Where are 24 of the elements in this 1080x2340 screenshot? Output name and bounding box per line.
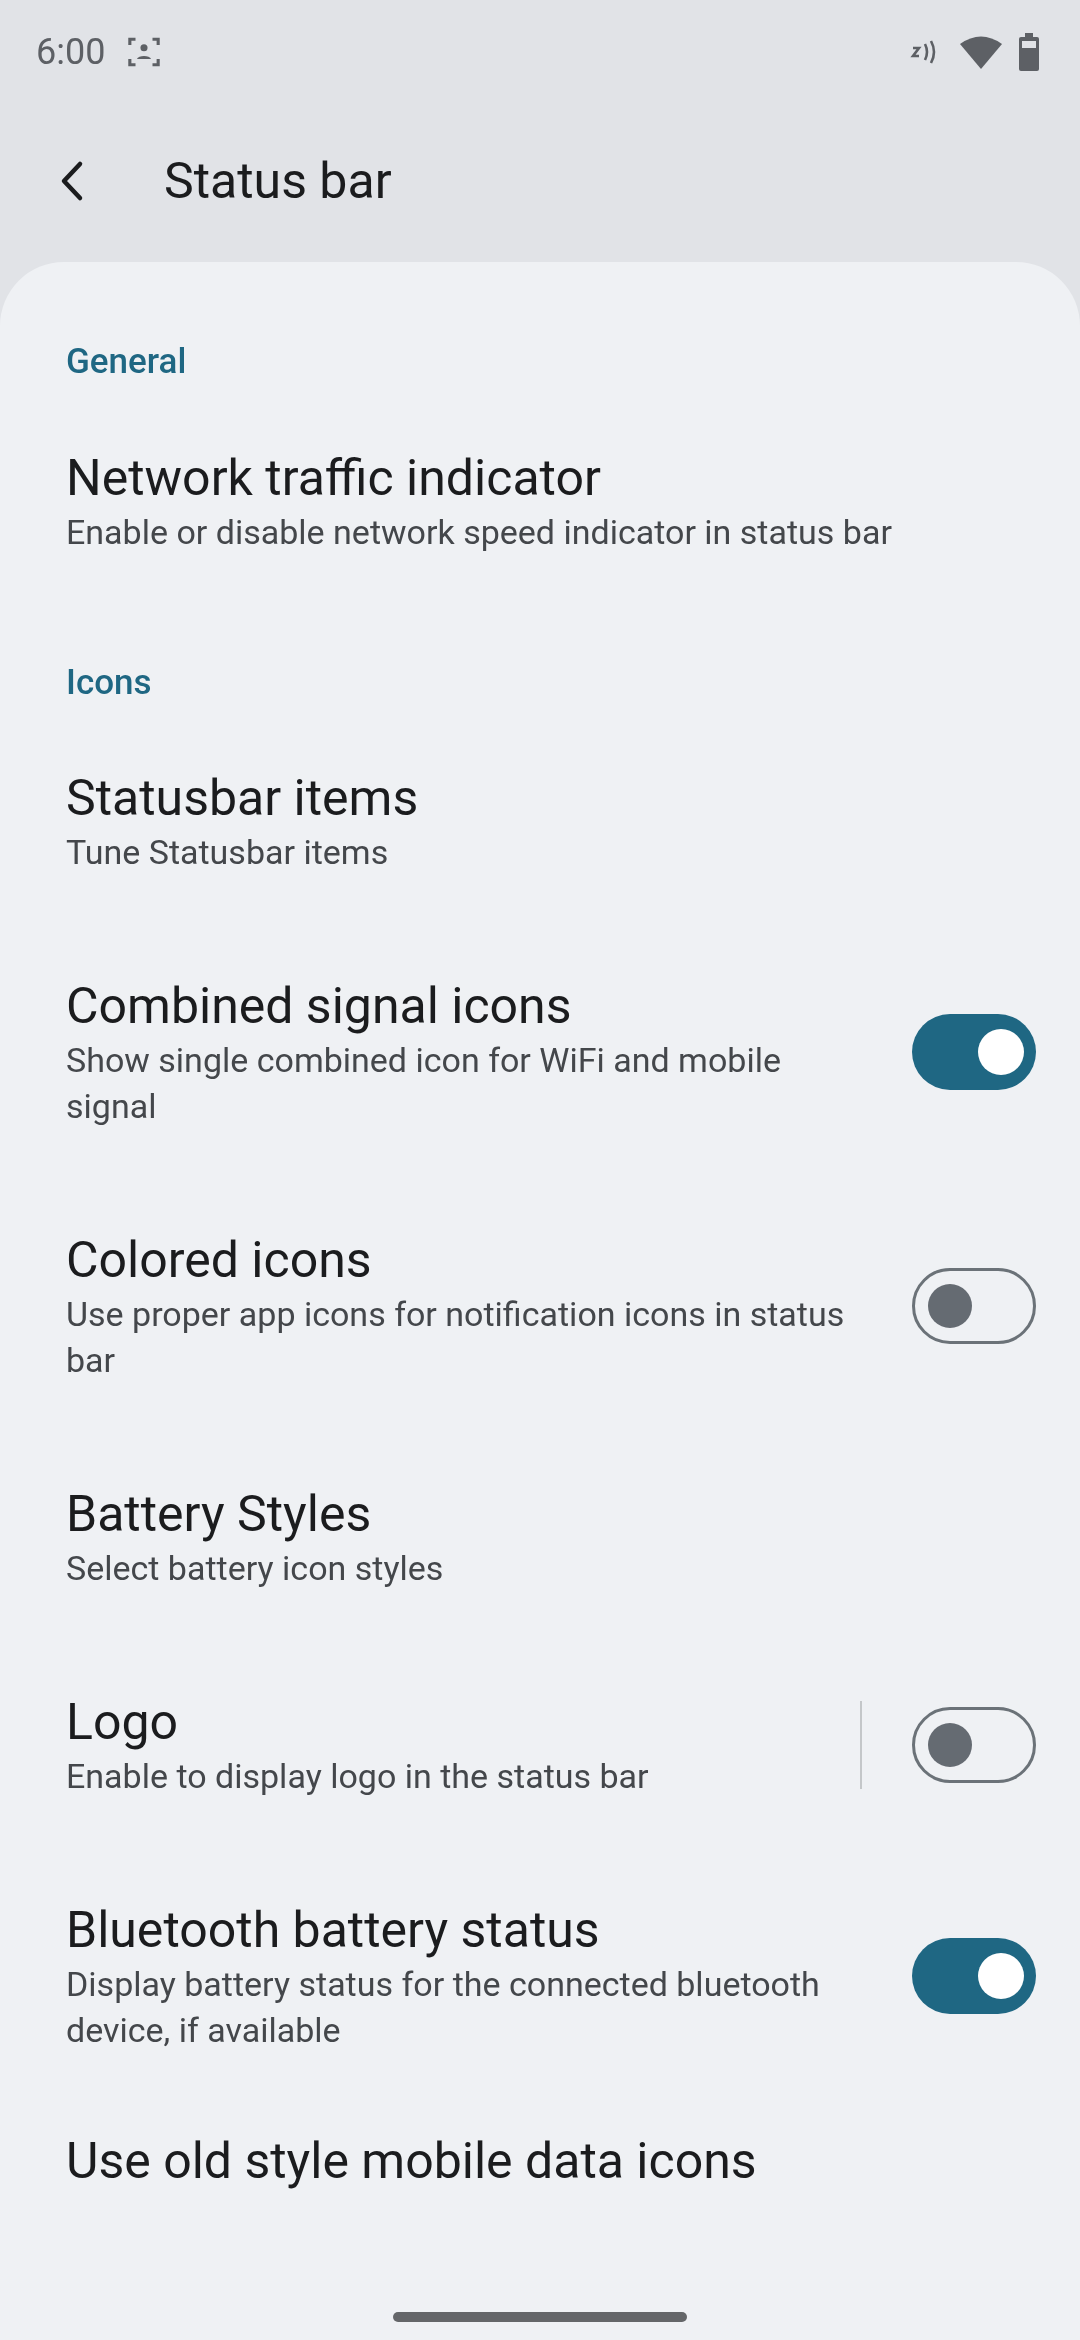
status-time: 6:00 xyxy=(36,30,106,75)
setting-title[interactable]: Bluetooth battery status xyxy=(66,1899,852,1961)
setting-description: Show single combined icon for WiFi and mobile signal xyxy=(66,1039,782,1128)
face-scan-icon xyxy=(127,35,162,69)
setting-description: Display battery status for the connected bluetooth device, if available xyxy=(66,1963,821,2052)
toggle-switch[interactable] xyxy=(912,1707,1036,1783)
setting-title[interactable]: Logo xyxy=(66,1691,810,1753)
setting-title[interactable]: Colored icons xyxy=(66,1229,852,1291)
setting-description: Use proper app icons for notification icons in status bar xyxy=(66,1293,846,1382)
wifi-icon xyxy=(960,35,1002,69)
setting-title[interactable]: Use old style mobile data icons xyxy=(66,2131,1036,2191)
toggle-switch[interactable] xyxy=(912,1268,1036,1344)
page-title: Status bar xyxy=(164,150,392,212)
setting-title[interactable]: Battery Styles xyxy=(66,1483,1036,1545)
setting-description: Select battery icon styles xyxy=(66,1547,445,1590)
section-header: Icons xyxy=(66,661,152,703)
setting-description: Tune Statusbar items xyxy=(66,831,390,874)
battery-icon xyxy=(1018,33,1040,71)
section-header: General xyxy=(66,341,187,382)
setting-description: Enable to display logo in the status bar xyxy=(66,1755,650,1798)
setting-title[interactable]: Statusbar items xyxy=(66,767,1036,829)
setting-description: Enable or disable network speed indicator in status bar xyxy=(66,510,893,554)
setting-title[interactable]: Combined signal icons xyxy=(66,975,852,1037)
setting-title[interactable]: Network traffic indicator xyxy=(66,446,1036,509)
